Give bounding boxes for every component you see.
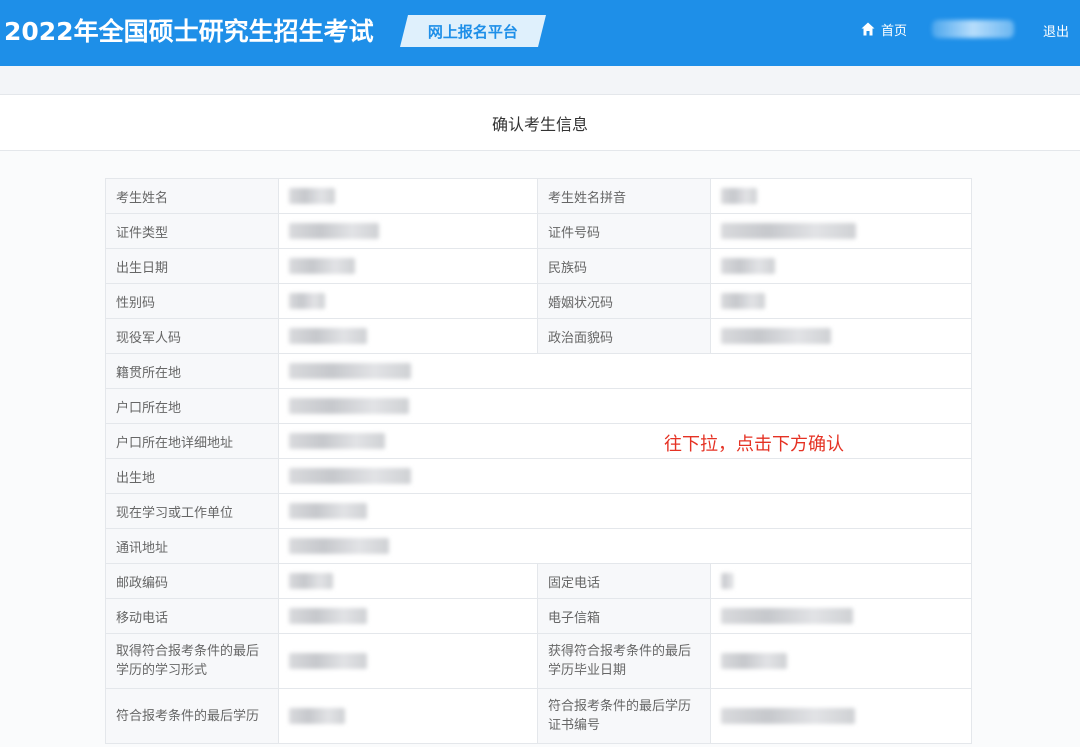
label-ethnicity: 民族码 [537,248,711,284]
value-birthplace [278,458,972,494]
label-grad-date: 获得符合报考条件的最后学历毕业日期 [537,633,711,689]
table-row: 邮政编码 固定电话 [105,563,972,599]
table-row: 出生地 [105,458,972,494]
scroll-hint: 往下拉，点击下方确认 [664,434,844,455]
table-row: 户口所在地 [105,388,972,424]
value-grad-date [710,633,972,689]
value-ethnicity [710,248,972,284]
table-row: 符合报考条件的最后学历 符合报考条件的最后学历证书编号 [105,688,972,744]
value-email [710,598,972,634]
value-study-form [278,633,538,689]
value-gender [278,283,538,319]
label-workplace: 现在学习或工作单位 [105,493,279,529]
table-row: 现在学习或工作单位 [105,493,972,529]
label-mobile: 移动电话 [105,598,279,634]
table-row: 出生日期 民族码 [105,248,972,284]
value-hukou-address [278,423,972,459]
home-label: 首页 [881,23,908,39]
label-name: 考生姓名 [105,178,279,214]
home-icon [861,22,875,36]
label-hukou: 户口所在地 [105,388,279,424]
value-phone [710,563,972,599]
value-last-degree [278,688,538,744]
candidate-info-table: 考生姓名 考生姓名拼音 证件类型 证件号码 出生日期 民族码 性别码 婚姻状况码… [105,178,972,744]
value-postcode [278,563,538,599]
value-name [278,178,538,214]
label-mail-address: 通讯地址 [105,528,279,564]
table-row: 证件类型 证件号码 [105,213,972,249]
label-phone: 固定电话 [537,563,711,599]
value-hukou [278,388,972,424]
top-bar: 2022年全国硕士研究生招生考试 网上报名平台 首页 退出 [0,0,1080,66]
value-native-place [278,353,972,389]
table-row: 考生姓名 考生姓名拼音 [105,178,972,214]
label-postcode: 邮政编码 [105,563,279,599]
table-row: 取得符合报考条件的最后学历的学习形式 获得符合报考条件的最后学历毕业日期 [105,633,972,689]
section-title: 确认考生信息 [491,114,588,134]
label-study-form: 取得符合报考条件的最后学历的学习形式 [105,633,279,689]
value-id-number [710,213,972,249]
label-military: 现役军人码 [105,318,279,354]
label-native-place: 籍贯所在地 [105,353,279,389]
value-id-type [278,213,538,249]
home-link[interactable]: 首页 [860,19,907,39]
value-birth-date [278,248,538,284]
value-political [710,318,972,354]
label-cert-number: 符合报考条件的最后学历证书编号 [537,688,711,744]
value-mail-address [278,528,972,564]
value-mobile [278,598,538,634]
value-name-pinyin [710,178,972,214]
label-id-number: 证件号码 [537,213,711,249]
table-row: 性别码 婚姻状况码 [105,283,972,319]
table-row: 现役军人码 政治面貌码 [105,318,972,354]
username-redacted [932,20,1014,38]
app-title: 2022年全国硕士研究生招生考试 [4,17,374,46]
label-gender: 性别码 [105,283,279,319]
label-marital: 婚姻状况码 [537,283,711,319]
label-last-degree: 符合报考条件的最后学历 [105,688,279,744]
table-row: 移动电话 电子信箱 [105,598,972,634]
table-row: 通讯地址 [105,528,972,564]
label-id-type: 证件类型 [105,213,279,249]
label-birth-date: 出生日期 [105,248,279,284]
value-workplace [278,493,972,529]
table-row: 籍贯所在地 [105,353,972,389]
value-cert-number [710,688,972,744]
header-band [0,66,1080,95]
label-hukou-address: 户口所在地详细地址 [105,423,279,459]
logout-link[interactable]: 退出 [1043,21,1069,40]
value-military [278,318,538,354]
platform-label: 网上报名平台 [427,22,518,41]
label-email: 电子信箱 [537,598,711,634]
section-header: 确认考生信息 [0,95,1080,151]
label-birthplace: 出生地 [105,458,279,494]
label-political: 政治面貌码 [537,318,711,354]
label-name-pinyin: 考生姓名拼音 [537,178,711,214]
value-marital [710,283,972,319]
platform-tag: 网上报名平台 [400,15,546,47]
